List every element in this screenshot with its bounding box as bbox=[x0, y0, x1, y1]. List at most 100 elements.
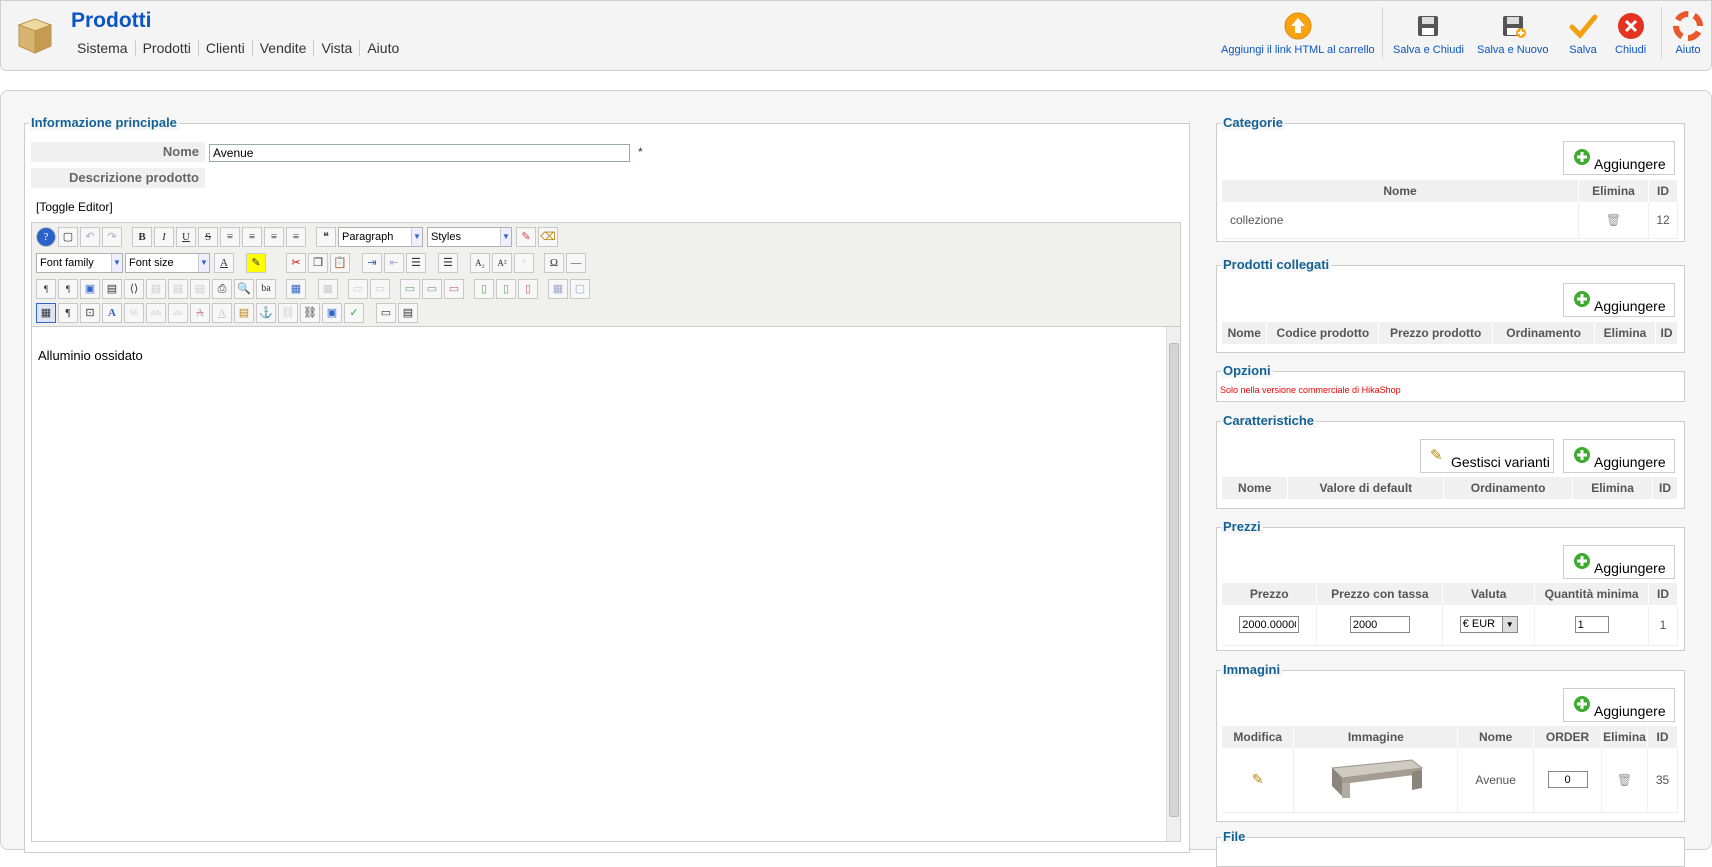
trash-icon[interactable]: 🗑 bbox=[1617, 773, 1632, 787]
highlight-color-icon[interactable]: ✎ bbox=[246, 253, 266, 273]
font-size-select[interactable]: Font size ▼ bbox=[125, 253, 210, 273]
delete-text-icon[interactable]: A bbox=[190, 303, 210, 323]
add-feature-button[interactable]: Aggiungere bbox=[1563, 439, 1675, 473]
underline-icon[interactable]: U bbox=[176, 227, 196, 247]
insert-text-icon[interactable]: A bbox=[212, 303, 232, 323]
delete-col-icon[interactable]: ▯ bbox=[518, 279, 538, 299]
row-after-icon[interactable]: ▭ bbox=[370, 279, 390, 299]
col-after-icon[interactable]: ▯ bbox=[496, 279, 516, 299]
editor-scrollbar[interactable] bbox=[1166, 327, 1180, 841]
category-name-link[interactable]: collezione bbox=[1222, 202, 1580, 239]
order-input[interactable] bbox=[1547, 771, 1588, 789]
align-center-icon[interactable]: ≡ bbox=[242, 227, 262, 247]
readmore-icon[interactable]: ▤ bbox=[398, 303, 418, 323]
add-html-link-button[interactable]: Aggiungi il link HTML al carrello bbox=[1221, 11, 1375, 56]
text-direction-icon[interactable]: ᴬ bbox=[514, 253, 534, 273]
align-left-icon[interactable]: ≡ bbox=[264, 227, 284, 247]
merge-cells-icon[interactable]: ▢ bbox=[570, 279, 590, 299]
paste-icon[interactable]: 📋 bbox=[330, 253, 350, 273]
attribs-icon[interactable]: ▤ bbox=[234, 303, 254, 323]
spellcheck-icon[interactable]: ✓ bbox=[344, 303, 364, 323]
table-cell-props-icon[interactable]: ▭ bbox=[422, 279, 442, 299]
show-blocks-icon[interactable]: ¶ bbox=[58, 303, 78, 323]
print-icon[interactable]: ⎙ bbox=[212, 279, 232, 299]
strikethrough-icon[interactable]: S bbox=[198, 227, 218, 247]
subscript-icon[interactable]: A₂ bbox=[470, 253, 490, 273]
price-tax-input[interactable] bbox=[1349, 616, 1410, 634]
preview-icon[interactable]: ▤ bbox=[102, 279, 122, 299]
edit-note-icon[interactable]: ✎ bbox=[1252, 771, 1264, 787]
split-cells-icon[interactable]: ▦ bbox=[548, 279, 568, 299]
anchor-icon[interactable]: ⚓ bbox=[256, 303, 276, 323]
template-icon[interactable]: ▤ bbox=[146, 279, 166, 299]
indent-icon[interactable]: ⇥ bbox=[362, 253, 382, 273]
bullet-list-icon[interactable]: ☰ bbox=[438, 253, 458, 273]
trash-icon[interactable]: 🗑 bbox=[1606, 213, 1621, 227]
image-icon[interactable]: ▣ bbox=[322, 303, 342, 323]
eraser-icon[interactable]: ✎ bbox=[516, 227, 536, 247]
help-icon[interactable]: ? bbox=[36, 227, 56, 247]
format-select[interactable]: Paragraph ▼ bbox=[338, 227, 423, 247]
col-before-icon[interactable]: ▯ bbox=[474, 279, 494, 299]
toggle-editor-link[interactable]: [Toggle Editor] bbox=[36, 200, 113, 214]
styleprops-icon[interactable]: A bbox=[102, 303, 122, 323]
save-close-button[interactable]: Salva e Chiudi bbox=[1393, 11, 1464, 56]
menu-item-vista[interactable]: Vista bbox=[313, 40, 359, 56]
menu-item-sistema[interactable]: Sistema bbox=[71, 40, 135, 56]
add-category-button[interactable]: Aggiungere bbox=[1563, 141, 1675, 175]
acronym-icon[interactable]: abc bbox=[168, 303, 188, 323]
justify-icon[interactable]: ≡ bbox=[220, 227, 240, 247]
scrollbar-thumb[interactable] bbox=[1169, 343, 1179, 817]
italic-icon[interactable]: I bbox=[154, 227, 174, 247]
row-before-icon[interactable]: ▭ bbox=[348, 279, 368, 299]
table-row-props-icon[interactable]: ▭ bbox=[400, 279, 420, 299]
text-color-icon[interactable]: A bbox=[214, 253, 234, 273]
ltr-icon[interactable]: ¶ bbox=[36, 279, 56, 299]
edit-css-icon[interactable]: ▤ bbox=[168, 279, 188, 299]
new-document-icon[interactable]: ▢ bbox=[58, 227, 78, 247]
copy-icon[interactable]: ❐ bbox=[308, 253, 328, 273]
font-family-select[interactable]: Font family ▼ bbox=[36, 253, 123, 273]
insert-table-icon[interactable]: ▦ bbox=[286, 279, 306, 299]
nonbreaking-icon[interactable]: ⊡ bbox=[80, 303, 100, 323]
numbered-list-icon[interactable]: ☰ bbox=[406, 253, 426, 273]
menu-item-prodotti[interactable]: Prodotti bbox=[134, 40, 198, 56]
save-button[interactable]: Salva bbox=[1568, 11, 1598, 56]
superscript-icon[interactable]: A² bbox=[492, 253, 512, 273]
close-button[interactable]: Chiudi bbox=[1615, 11, 1646, 56]
save-new-button[interactable]: Salva e Nuovo bbox=[1477, 11, 1549, 56]
delete-row-icon[interactable]: ▭ bbox=[444, 279, 464, 299]
abbr-icon[interactable]: abbr bbox=[146, 303, 166, 323]
cleanup-broom-icon[interactable]: ⌫ bbox=[538, 227, 558, 247]
add-linked-product-button[interactable]: Aggiungere bbox=[1563, 283, 1675, 317]
replace-icon[interactable]: ba bbox=[256, 279, 276, 299]
menu-item-vendite[interactable]: Vendite bbox=[251, 40, 314, 56]
add-price-button[interactable]: Aggiungere bbox=[1563, 545, 1675, 579]
unlink-icon[interactable]: ⛓ bbox=[278, 303, 298, 323]
styles-select[interactable]: Styles ▼ bbox=[427, 227, 512, 247]
bold-icon[interactable]: B bbox=[132, 227, 152, 247]
add-image-button[interactable]: Aggiungere bbox=[1563, 688, 1675, 722]
cite-icon[interactable]: 66 bbox=[124, 303, 144, 323]
rtl-icon[interactable]: ¶ bbox=[58, 279, 78, 299]
html-source-icon[interactable]: ⟨⟩ bbox=[124, 279, 144, 299]
outdent-icon[interactable]: ⇤ bbox=[384, 253, 404, 273]
special-char-icon[interactable]: Ω bbox=[544, 253, 564, 273]
cut-icon[interactable]: ✂ bbox=[286, 253, 306, 273]
menu-item-clienti[interactable]: Clienti bbox=[197, 40, 252, 56]
menu-item-aiuto[interactable]: Aiuto bbox=[359, 40, 406, 56]
editor-content[interactable]: Alluminio ossidato bbox=[38, 348, 143, 363]
currency-select[interactable]: € EUR ▼ bbox=[1459, 616, 1518, 634]
search-icon[interactable]: 🔍 bbox=[234, 279, 254, 299]
delete-table-icon[interactable]: ▦ bbox=[318, 279, 338, 299]
redo-icon[interactable]: ↷ bbox=[102, 227, 122, 247]
name-input[interactable] bbox=[209, 144, 630, 162]
visual-aid-icon[interactable]: ▦ bbox=[36, 303, 56, 323]
pagebreak-icon[interactable]: ▭ bbox=[376, 303, 396, 323]
link-icon[interactable]: ⛓ bbox=[300, 303, 320, 323]
help-button[interactable]: Aiuto bbox=[1673, 11, 1703, 56]
fullscreen-icon[interactable]: ▣ bbox=[80, 279, 100, 299]
attributes-icon[interactable]: ▤ bbox=[190, 279, 210, 299]
manage-variants-button[interactable]: ✎ Gestisci varianti bbox=[1420, 439, 1554, 473]
blockquote-icon[interactable]: ❝ bbox=[316, 227, 336, 247]
